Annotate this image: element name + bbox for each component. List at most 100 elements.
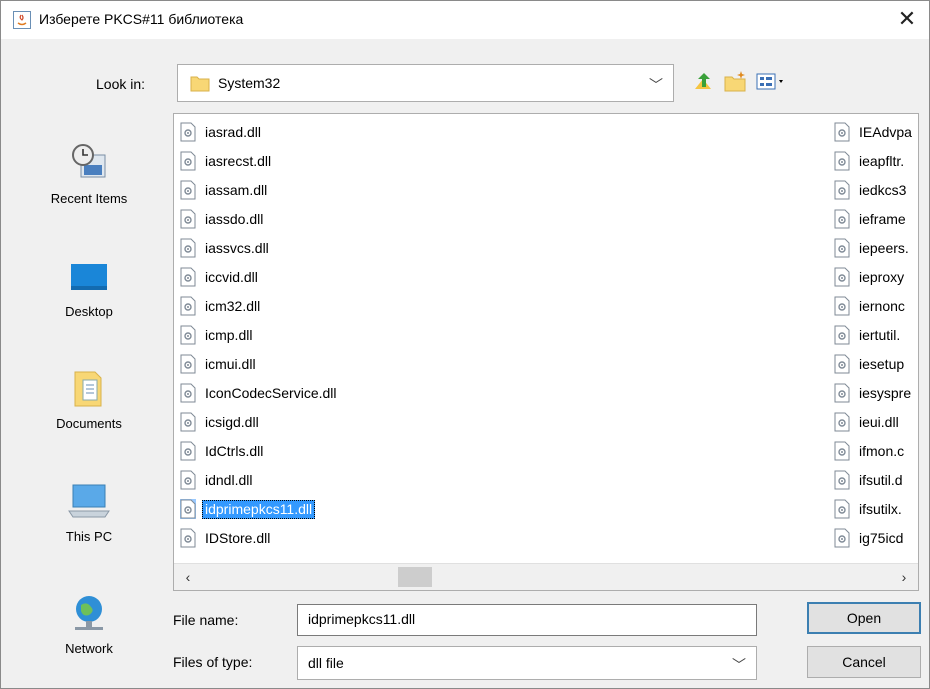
horizontal-scrollbar[interactable]: ‹ › (174, 563, 918, 590)
this-pc-icon (68, 484, 110, 518)
place-label: This PC (65, 529, 113, 544)
file-name: iesetup (859, 356, 905, 372)
file-item[interactable]: iassvcs.dll (180, 234, 830, 263)
dll-file-icon (180, 180, 196, 200)
file-item[interactable]: IdCtrls.dll (180, 437, 830, 466)
file-item[interactable]: iasrecst.dll (180, 147, 830, 176)
file-name: IDStore.dll (205, 530, 271, 546)
file-type-combo[interactable]: dll file ﹀ (297, 646, 757, 680)
place-this-pc[interactable]: This PC (13, 471, 165, 561)
file-item[interactable]: IEAdvpa (834, 118, 918, 147)
open-button[interactable]: Open (807, 602, 921, 634)
dll-file-icon (180, 267, 196, 287)
folder-icon (190, 76, 210, 92)
file-name: iassdo.dll (205, 211, 264, 227)
view-menu-button[interactable] (755, 69, 791, 95)
close-icon: ✕ (897, 6, 917, 31)
file-item[interactable]: ifsutilx. (834, 495, 918, 524)
file-name: iesyspre (859, 385, 912, 401)
file-name-input[interactable]: idprimepkcs11.dll (297, 604, 757, 636)
dll-file-icon (834, 528, 850, 548)
look-in-label: Look in: (96, 76, 146, 92)
dll-file-icon (834, 180, 850, 200)
dll-file-icon (180, 528, 196, 548)
file-item[interactable]: ig75icd (834, 524, 918, 553)
place-documents[interactable]: Documents (13, 358, 165, 448)
dll-file-icon (180, 238, 196, 258)
file-column: iasrad.dll iasrecst.dll iassam.dll iassdo.d… (180, 118, 830, 553)
file-name-label: File name: (173, 612, 239, 628)
file-item[interactable]: ieproxy (834, 263, 918, 292)
file-item[interactable]: iepeers. (834, 234, 918, 263)
close-button[interactable]: ✕ (885, 1, 929, 39)
file-name: ieui.dll (859, 414, 899, 430)
dll-file-icon (180, 383, 196, 403)
dll-file-icon (180, 296, 196, 316)
chevron-right-icon: › (901, 569, 907, 585)
dll-file-icon (834, 325, 850, 345)
file-item[interactable]: idndl.dll (180, 466, 830, 495)
file-item[interactable]: IDStore.dll (180, 524, 830, 553)
file-name: IEAdvpa (859, 124, 912, 140)
place-recent-items[interactable]: Recent Items (13, 133, 165, 223)
file-list[interactable]: iasrad.dll iasrecst.dll iassam.dll iassdo.d… (173, 113, 919, 591)
file-column: IEAdvpa ieapfltr. iedkcs3 ieframe iepeers. ie… (834, 118, 918, 553)
place-label: Recent Items (50, 191, 128, 206)
file-item[interactable]: ieapfltr. (834, 147, 918, 176)
file-item[interactable]: IconCodecService.dll (180, 379, 830, 408)
file-item[interactable]: iesyspre (834, 379, 918, 408)
file-item[interactable]: iassdo.dll (180, 205, 830, 234)
file-item[interactable]: ieframe (834, 205, 918, 234)
cancel-button[interactable]: Cancel (807, 646, 921, 678)
dll-file-icon (180, 209, 196, 229)
look-in-combo[interactable]: System32 ﹀ (177, 64, 674, 102)
chevron-down-icon: ﹀ (649, 77, 663, 93)
file-item[interactable]: iernonc (834, 292, 918, 321)
file-item[interactable]: idprimepkcs11.dll (180, 495, 830, 524)
place-desktop[interactable]: Desktop (13, 246, 165, 336)
file-item[interactable]: iasrad.dll (180, 118, 830, 147)
place-network[interactable]: Network (13, 583, 165, 673)
recent-items-icon (72, 144, 106, 178)
scroll-right-button[interactable]: › (894, 567, 914, 587)
places-bar: Recent Items Desktop Documents This PC N… (13, 113, 165, 679)
file-item[interactable]: iassam.dll (180, 176, 830, 205)
up-one-level-button[interactable] (691, 69, 717, 95)
file-item[interactable]: iertutil. (834, 321, 918, 350)
file-item[interactable]: iccvid.dll (180, 263, 830, 292)
dll-file-icon (834, 383, 850, 403)
file-item[interactable]: icmp.dll (180, 321, 830, 350)
file-item[interactable]: iesetup (834, 350, 918, 379)
file-item[interactable]: ieui.dll (834, 408, 918, 437)
file-name: idndl.dll (205, 472, 253, 488)
file-name: icmui.dll (205, 356, 256, 372)
new-folder-button[interactable] (723, 69, 749, 95)
dll-file-icon (834, 122, 850, 142)
dll-file-icon (834, 499, 850, 519)
scroll-left-button[interactable]: ‹ (178, 567, 198, 587)
file-item[interactable]: iedkcs3 (834, 176, 918, 205)
file-name: ig75icd (859, 530, 904, 546)
file-item[interactable]: ifmon.c (834, 437, 918, 466)
chevron-left-icon: ‹ (185, 569, 191, 585)
file-item[interactable]: icsigd.dll (180, 408, 830, 437)
file-name: iasrad.dll (205, 124, 262, 140)
file-name: ieproxy (859, 269, 905, 285)
java-app-icon (13, 11, 31, 29)
desktop-icon (71, 264, 107, 290)
dll-file-icon (180, 122, 196, 142)
dll-file-icon (834, 470, 850, 490)
dll-file-icon (180, 151, 196, 171)
scrollbar-thumb[interactable] (398, 567, 432, 587)
place-label: Network (65, 641, 113, 656)
file-name: iertutil. (859, 327, 901, 343)
place-label: Desktop (65, 304, 113, 319)
dll-file-icon (180, 441, 196, 461)
file-item[interactable]: icmui.dll (180, 350, 830, 379)
file-type-value: dll file (308, 655, 344, 671)
file-name: iccvid.dll (205, 269, 258, 285)
dll-file-icon (834, 209, 850, 229)
file-item[interactable]: ifsutil.d (834, 466, 918, 495)
title-bar[interactable]: Изберете PKCS#11 библиотека ✕ (1, 1, 929, 39)
file-item[interactable]: icm32.dll (180, 292, 830, 321)
